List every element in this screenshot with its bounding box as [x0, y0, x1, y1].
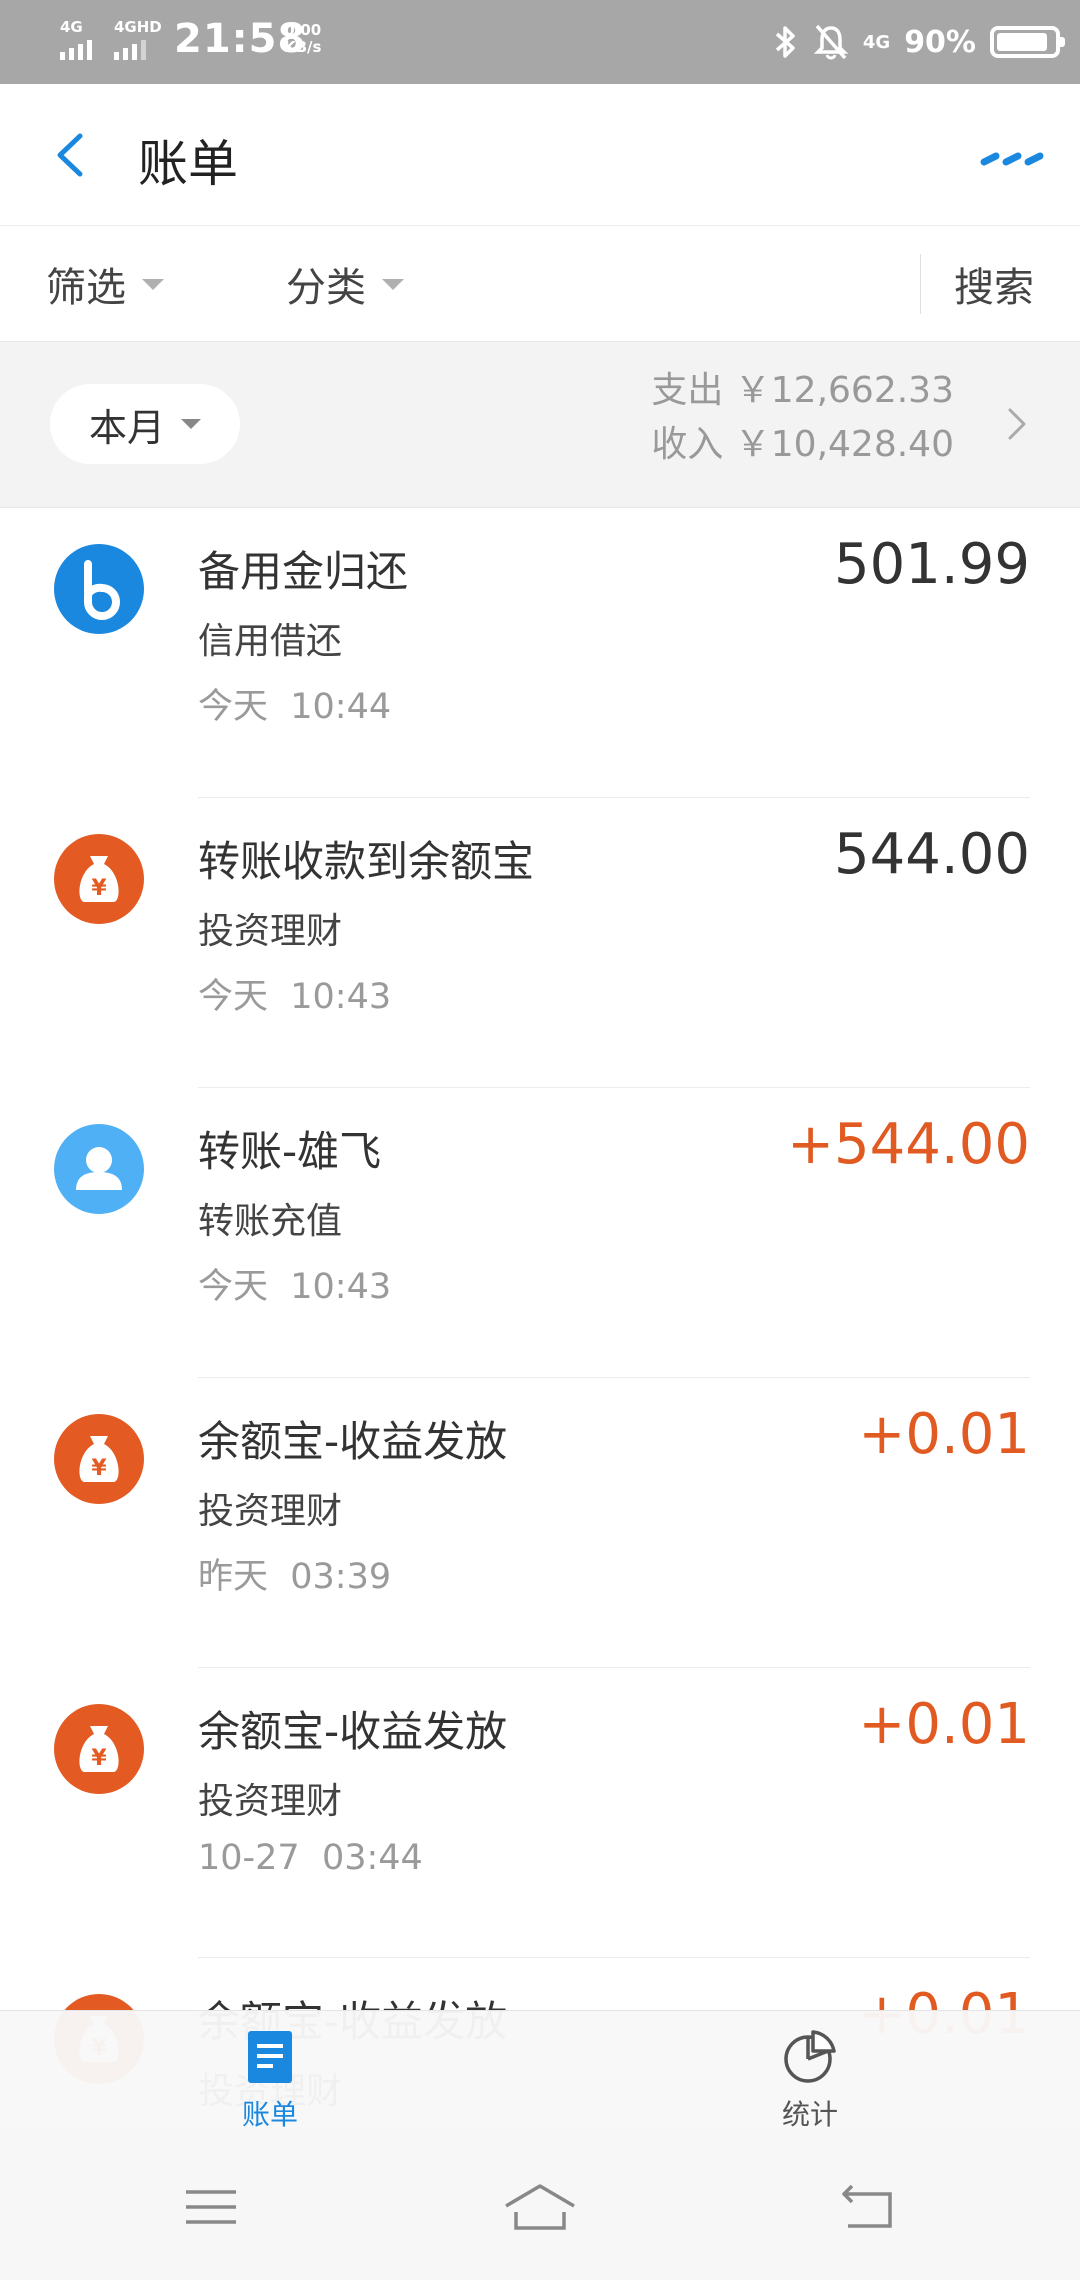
svg-text:¥: ¥ [91, 1456, 107, 1481]
month-summary-bar[interactable]: 本月 支出 ￥12,662.33 收入 ￥10,428.40 [0, 342, 1080, 508]
battery-fill [997, 33, 1048, 51]
month-label: 本月 [88, 405, 165, 450]
menu-lines-icon [186, 2190, 236, 2224]
filter-dropdown[interactable]: 筛选 [46, 254, 164, 314]
month-totals: 支出 ￥12,662.33 收入 ￥10,428.40 [651, 364, 954, 472]
transaction-amount: 544.00 [834, 822, 1030, 887]
transaction-title: 余额宝-收益发放 [198, 1417, 508, 1466]
transaction-time: 今天 10:43 [198, 977, 392, 1017]
home-button[interactable] [500, 2172, 580, 2242]
transaction-title: 转账收款到余额宝 [198, 837, 535, 886]
menu-button[interactable] [172, 2172, 252, 2242]
pie-chart-icon [784, 2030, 836, 2083]
back-button[interactable] [40, 120, 110, 190]
caret-down-icon [142, 278, 164, 290]
system-nav-bar [0, 2130, 1080, 2280]
caret-down-icon [181, 419, 201, 429]
bluetooth-icon [775, 26, 795, 58]
tab-bills-label: 账单 [241, 2098, 298, 2131]
transaction-amount: 501.99 [834, 532, 1030, 597]
status-bar: 4G 4GHD 21:58 0.00 KB/s 4G 90% [0, 0, 1080, 84]
transaction-title: 余额宝-收益发放 [198, 1707, 508, 1756]
transaction-row[interactable]: 转账-雄飞转账充值今天 10:43 +544.00 [0, 1088, 1080, 1378]
transaction-amount: +0.01 [858, 1402, 1030, 1467]
battery-percent: 90% [904, 24, 976, 60]
tab-bills[interactable]: 账单 [210, 2029, 330, 2133]
transaction-title: 转账-雄飞 [198, 1127, 382, 1176]
return-icon [842, 2184, 892, 2228]
person-icon [54, 1124, 144, 1214]
sim1-network: 4G [60, 18, 83, 36]
b-logo-icon [54, 544, 144, 634]
sim2-network: 4GHD [114, 18, 162, 36]
transaction-list: 备用金归还 信用借还 今天 10:44 501.99 ¥ 转账收款到余额宝 投资理财 今天 1… [0, 508, 1080, 2248]
bill-list-icon [248, 2031, 292, 2083]
category-dropdown[interactable]: 分类 [286, 254, 404, 314]
back-system-button[interactable] [828, 2172, 908, 2242]
network-speed-unit: KB/s [284, 38, 322, 56]
more-button[interactable] [970, 134, 1050, 184]
filter-divider [920, 254, 921, 314]
transaction-time: 昨天 03:39 [198, 1557, 392, 1597]
bell-muted-icon [813, 24, 849, 60]
transaction-category: 投资理财 [198, 1491, 343, 1532]
filter-label: 筛选 [46, 265, 126, 311]
transaction-amount: +0.01 [858, 1692, 1030, 1757]
income-total: 收入 ￥10,428.40 [651, 424, 954, 465]
nav-bar: 账单 [0, 84, 1080, 226]
transaction-row[interactable]: ¥ 余额宝-收益发放投资理财昨天 03:39 +0.01 [0, 1378, 1080, 1668]
transaction-time: 今天 10:44 [198, 687, 392, 727]
tab-stats-label: 统计 [781, 2098, 838, 2131]
transaction-category: 信用借还 [198, 621, 343, 662]
transaction-row[interactable]: ¥ 余额宝-收益发放投资理财 10-27 03:44 +0.01 [0, 1668, 1080, 1958]
transaction-category: 转账充值 [198, 1201, 343, 1242]
battery-icon [990, 26, 1065, 58]
svg-text:¥: ¥ [91, 876, 107, 901]
network-speed: 0.00 KB/s [284, 22, 321, 56]
money-bag-icon: ¥ [54, 834, 144, 924]
transaction-title: 备用金归还 [198, 547, 409, 596]
network-type: 4G [862, 31, 891, 53]
money-bag-icon: ¥ [54, 1704, 144, 1794]
sim2-signal-icon: 4GHD [114, 18, 162, 60]
transaction-time: 10-27 03:44 [198, 1838, 423, 1878]
page-title: 账单 [138, 135, 238, 193]
chevron-left-icon [57, 133, 83, 177]
sim1-signal-icon: 4G [60, 18, 92, 60]
transaction-amount: +544.00 [787, 1112, 1030, 1177]
filter-bar: 筛选 分类 搜索 [0, 226, 1080, 342]
chevron-right-icon[interactable] [996, 404, 1036, 444]
status-right-group: 4G 90% [771, 18, 1065, 66]
home-icon [505, 2184, 575, 2230]
transaction-category: 投资理财 [198, 911, 343, 952]
transaction-row[interactable]: 备用金归还信用借还今天 10:44 501.99 [0, 508, 1080, 798]
network-speed-value: 0.00 [284, 21, 322, 39]
svg-text:¥: ¥ [91, 1746, 107, 1771]
month-selector[interactable]: 本月 [50, 384, 240, 464]
transaction-time: 今天 10:43 [198, 1267, 392, 1307]
caret-down-icon [382, 278, 404, 290]
money-bag-icon: ¥ [54, 1414, 144, 1504]
transaction-row[interactable]: ¥ 转账收款到余额宝投资理财今天 10:43 544.00 [0, 798, 1080, 1088]
search-button[interactable]: 搜索 [954, 254, 1034, 314]
expense-total: 支出 ￥12,662.33 [651, 370, 954, 411]
category-label: 分类 [286, 265, 366, 311]
tab-bar: 账单 统计 [0, 2010, 1080, 2133]
tab-stats[interactable]: 统计 [750, 2029, 870, 2133]
more-dots-icon [980, 152, 1044, 166]
transaction-category: 投资理财 [198, 1781, 343, 1822]
